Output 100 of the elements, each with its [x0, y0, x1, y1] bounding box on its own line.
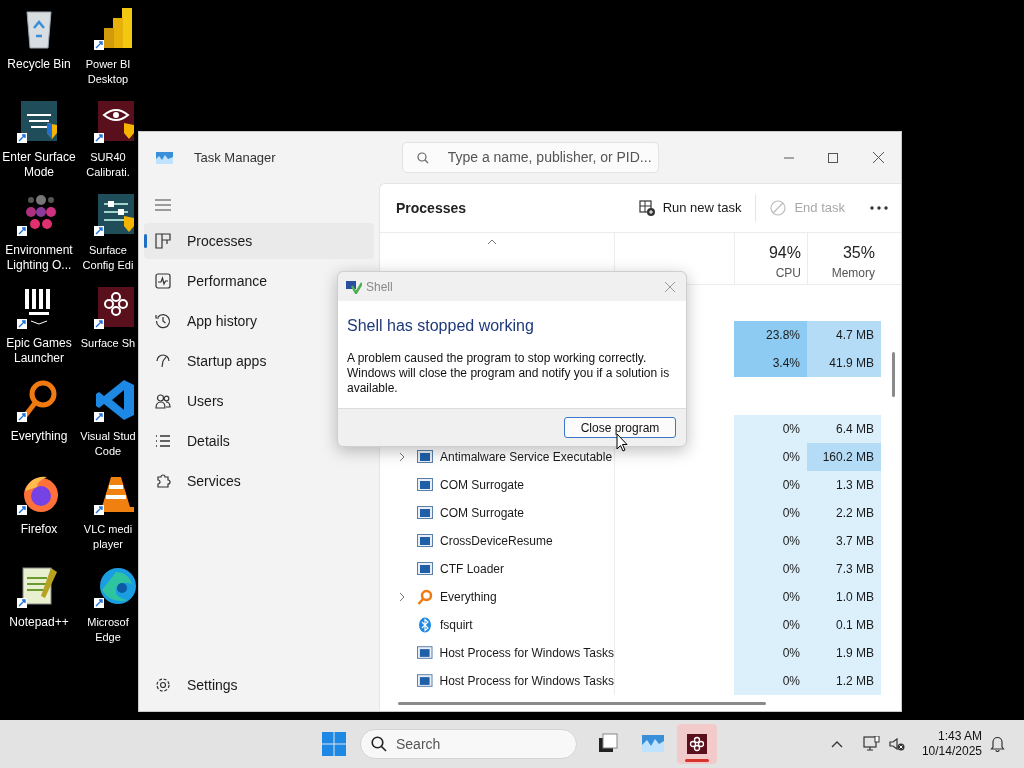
cpu-cell: 0% — [734, 415, 807, 443]
cpu-cell: 0% — [734, 499, 807, 527]
process-name: COM Surrogate — [440, 505, 525, 522]
app-window-icon — [417, 477, 433, 493]
notification-bell-icon[interactable] — [990, 736, 1005, 752]
desktop-icon-label[interactable]: Microsof Edge — [79, 615, 137, 645]
process-name: fsquirt — [440, 617, 473, 634]
memory-cell: 6.4 MB — [807, 415, 881, 443]
app-window-icon — [417, 449, 433, 465]
desktop-icon-label[interactable]: Surface Sh — [79, 336, 137, 366]
desktop-icon-label[interactable]: Everything — [10, 429, 68, 459]
grid-icon — [155, 233, 171, 249]
desktop-icon-label[interactable]: Enter Surface Mode — [2, 150, 76, 180]
column-total: 94% — [768, 243, 801, 263]
list-icon — [155, 433, 171, 449]
memory-cell: 41.9 MB — [807, 349, 881, 377]
users-icon — [155, 393, 171, 409]
vertical-scrollbar[interactable] — [892, 352, 895, 397]
speaker-muted-icon[interactable] — [888, 737, 905, 751]
desktop-icon-label[interactable]: Environment Lighting O... — [5, 243, 73, 273]
dialog-heading: Shell has stopped working — [347, 316, 535, 336]
sidebar-item[interactable]: Processes — [144, 223, 374, 259]
app-window-icon — [417, 533, 433, 549]
memory-cell: 1.3 MB — [807, 471, 881, 499]
app-window-icon — [417, 505, 433, 521]
clock-date[interactable]: 10/14/2025 — [921, 744, 982, 759]
sidebar-item[interactable]: Details — [144, 423, 374, 459]
window-title: Task Manager — [194, 148, 276, 167]
search-icon — [416, 151, 429, 164]
cpu-cell: 0% — [734, 527, 807, 555]
add-window-icon — [638, 200, 655, 216]
memory-cell: 1.2 MB — [807, 667, 881, 695]
dialog-title: Shell — [366, 278, 393, 296]
column-header[interactable]: Memory — [831, 264, 875, 282]
close-icon[interactable] — [872, 152, 884, 163]
search-field[interactable]: Type a name, publisher, or PID... — [401, 142, 659, 173]
run-new-task-button[interactable]: Run new task — [630, 192, 750, 224]
bluetooth-icon — [417, 617, 433, 633]
column-header[interactable]: CPU — [775, 264, 801, 282]
desktop-icon-label[interactable]: Epic Games Launcher — [6, 336, 72, 366]
sort-caret-icon — [487, 239, 497, 245]
cpu-cell: 0% — [734, 611, 807, 639]
clock-time[interactable]: 1:43 AM — [937, 729, 982, 744]
process-name: CrossDeviceResume — [440, 533, 553, 550]
start-button[interactable] — [322, 732, 346, 756]
pointer-icon — [616, 433, 628, 452]
cpu-cell: 3.4% — [734, 349, 807, 377]
app-window-icon — [417, 673, 433, 689]
cpu-cell: 0% — [734, 555, 807, 583]
horizontal-scrollbar[interactable] — [398, 702, 766, 705]
pulse-icon — [155, 273, 171, 289]
app-icon — [346, 279, 362, 294]
app-window-icon — [417, 645, 433, 661]
close-program-button[interactable]: Close program — [564, 417, 676, 438]
desktop-icon-label[interactable]: Surface Config Edi — [79, 243, 137, 273]
cpu-cell: 0% — [734, 639, 807, 667]
puzzle-icon — [155, 473, 171, 489]
cpu-cell: 23.8% — [734, 321, 807, 349]
process-name: Everything — [440, 589, 497, 606]
desktop-icon-label[interactable]: VLC medi player — [79, 522, 137, 552]
cpu-cell: 0% — [734, 443, 807, 471]
desktop-icon-label[interactable]: Power BI Desktop — [79, 57, 137, 87]
expand-chevron-icon[interactable] — [399, 452, 405, 462]
memory-cell: 4.7 MB — [807, 321, 881, 349]
expand-chevron-icon[interactable] — [399, 592, 405, 602]
network-icon[interactable] — [862, 736, 880, 752]
memory-cell: 1.0 MB — [807, 583, 881, 611]
settings-item[interactable]: Settings — [144, 667, 374, 703]
chevron-up-icon[interactable] — [830, 740, 843, 748]
desktop-icon-label[interactable]: Notepad++ — [9, 615, 69, 645]
memory-cell: 0.1 MB — [807, 611, 881, 639]
memory-cell: 2.2 MB — [807, 499, 881, 527]
sidebar-item[interactable]: Services — [144, 463, 374, 499]
taskbar-app[interactable] — [677, 724, 717, 764]
desktop-icon-label[interactable]: Visual Stud Code — [79, 429, 137, 459]
cpu-cell: 0% — [734, 583, 807, 611]
memory-cell: 7.3 MB — [807, 555, 881, 583]
magnifier-icon — [417, 589, 433, 605]
cpu-cell: 0% — [734, 667, 807, 695]
app-window-icon — [417, 561, 433, 577]
flower-icon — [685, 732, 709, 756]
memory-cell: 3.7 MB — [807, 527, 881, 555]
app-icon — [156, 151, 173, 164]
process-name: Host Process for Windows Tasks — [439, 673, 614, 690]
memory-cell: 160.2 MB — [807, 443, 881, 471]
desktop-icon-label[interactable]: SUR40 Calibrati. — [79, 150, 137, 180]
dialog-message: A problem caused the program to stop working correctly. Windows will close the program and notify you if a solution is available. — [347, 351, 671, 396]
process-name: COM Surrogate — [440, 477, 525, 494]
search-icon — [371, 736, 387, 752]
cpu-cell: 0% — [734, 471, 807, 499]
gauge-icon — [155, 353, 171, 369]
process-name: Host Process for Windows Tasks — [439, 645, 614, 662]
taskbar-search[interactable]: Search — [360, 729, 577, 759]
history-icon — [155, 313, 171, 329]
desktop-icon-label[interactable]: Firefox — [20, 522, 58, 552]
more-icon[interactable] — [870, 206, 888, 210]
desktop-icon-label[interactable]: Recycle Bin — [7, 57, 71, 87]
maximize-icon[interactable] — [828, 152, 838, 163]
page-title: Processes — [396, 198, 467, 218]
settings-icon — [155, 677, 171, 693]
